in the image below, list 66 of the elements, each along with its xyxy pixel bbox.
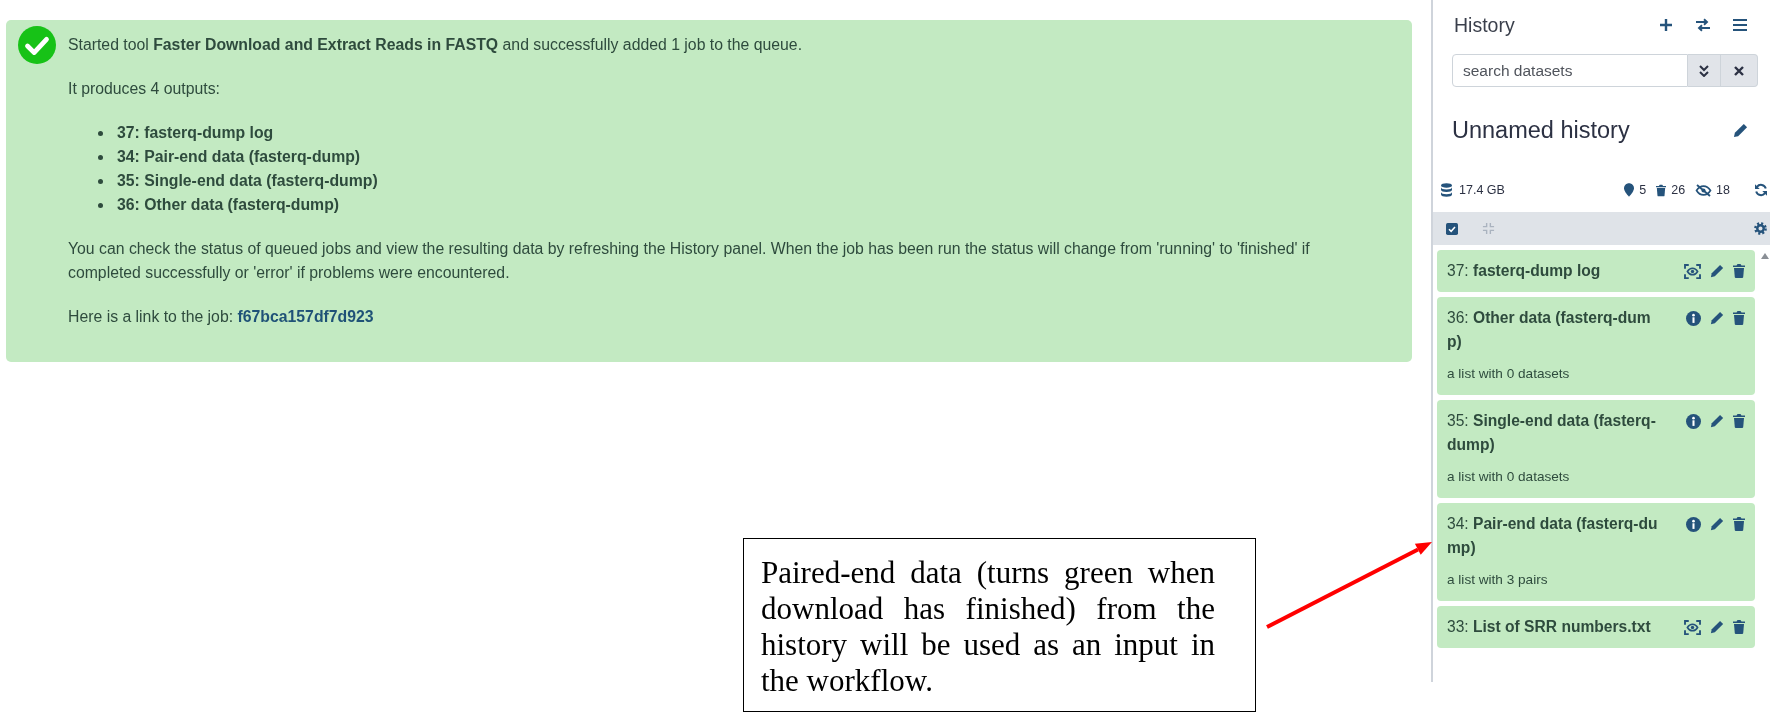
clear-search-button[interactable] bbox=[1721, 54, 1758, 87]
advanced-search-button[interactable] bbox=[1688, 54, 1721, 87]
bullet-icon bbox=[98, 154, 103, 160]
check-square-icon[interactable] bbox=[1446, 222, 1458, 235]
trash-icon[interactable] bbox=[1733, 311, 1745, 325]
pencil-icon[interactable] bbox=[1710, 264, 1724, 278]
dataset-title: 37: fasterq-dump log bbox=[1447, 261, 1601, 281]
dataset-title: 33: List of SRR numbers.txt bbox=[1447, 617, 1651, 637]
dataset-title: 36: Other data (fasterq-dump) bbox=[1447, 308, 1652, 352]
output-name: 36: Other data (fasterq-dump) bbox=[117, 195, 340, 215]
trash-icon[interactable] bbox=[1733, 414, 1745, 428]
outputs-intro: It produces 4 outputs: bbox=[68, 79, 221, 99]
active-count: 5 bbox=[1639, 183, 1647, 197]
dataset-item[interactable]: 35: Single-end data (fasterq-dump) a list with 0 datasets bbox=[1437, 400, 1755, 498]
plus-icon[interactable] bbox=[1659, 18, 1673, 32]
trash-icon[interactable] bbox=[1656, 183, 1667, 197]
switch-arrows-icon[interactable] bbox=[1695, 18, 1711, 32]
info-icon[interactable] bbox=[1686, 516, 1701, 532]
job-link-sentence: Here is a link to the job: f67bca157df7d923 bbox=[68, 307, 375, 327]
output-name: 37: fasterq-dump log bbox=[117, 123, 274, 143]
pencil-icon[interactable] bbox=[1710, 517, 1724, 531]
trash-icon[interactable] bbox=[1733, 620, 1745, 634]
history-name: Unnamed history bbox=[1452, 116, 1631, 144]
annotation-callout: Paired-end data (turns green when download has finished) from the history will be used as an input in the workflow. bbox=[743, 538, 1256, 712]
dataset-title: 35: Single-end data (fasterq-dump) bbox=[1447, 411, 1657, 455]
check-circle-icon bbox=[18, 26, 56, 64]
bullet-icon bbox=[98, 202, 103, 208]
job-link[interactable]: f67bca157df7d923 bbox=[237, 308, 374, 325]
history-size: 17.4 GB bbox=[1459, 183, 1505, 197]
status-info: You can check the status of queued jobs and view the resulting data by refreshing the History panel. When the job has been run the status will change from 'running' to 'finished' if completed successfully or 'error' if problems were encountered. bbox=[68, 239, 1311, 283]
alert-message: Started tool Faster Download and Extract Reads in FASTQ and successfully added 1 job to the queue. bbox=[68, 35, 804, 55]
close-icon bbox=[1734, 65, 1744, 76]
pencil-icon[interactable] bbox=[1733, 122, 1748, 138]
bullet-icon bbox=[98, 178, 103, 184]
menu-icon[interactable] bbox=[1733, 19, 1747, 31]
dataset-description: a list with 3 pairs bbox=[1447, 571, 1548, 589]
eye-icon[interactable] bbox=[1684, 263, 1701, 279]
double-chevron-icon bbox=[1699, 64, 1709, 77]
pencil-icon[interactable] bbox=[1710, 620, 1724, 634]
search-field[interactable]: search datasets bbox=[1452, 54, 1688, 87]
pencil-icon[interactable] bbox=[1710, 414, 1724, 428]
map-marker-icon[interactable] bbox=[1624, 183, 1635, 197]
bullet-icon bbox=[98, 130, 103, 136]
dataset-description: a list with 0 datasets bbox=[1447, 365, 1570, 383]
scroll-up-arrow-icon[interactable] bbox=[1760, 253, 1769, 259]
refresh-icon[interactable] bbox=[1754, 183, 1768, 197]
output-name: 34: Pair-end data (fasterq-dump) bbox=[117, 147, 361, 167]
info-icon[interactable] bbox=[1686, 310, 1701, 326]
dataset-title: 34: Pair-end data (fasterq-dump) bbox=[1447, 514, 1659, 558]
gear-icon[interactable] bbox=[1754, 222, 1767, 235]
trash-icon[interactable] bbox=[1733, 517, 1745, 531]
output-name: 35: Single-end data (fasterq-dump) bbox=[117, 171, 378, 191]
dataset-description: a list with 0 datasets bbox=[1447, 468, 1570, 486]
info-icon[interactable] bbox=[1686, 413, 1701, 429]
database-icon[interactable] bbox=[1441, 183, 1452, 197]
dataset-item[interactable]: 36: Other data (fasterq-dump) a list with 0 datasets bbox=[1437, 297, 1755, 395]
dataset-item[interactable]: 37: fasterq-dump log bbox=[1437, 250, 1755, 292]
hidden-count: 18 bbox=[1716, 183, 1730, 197]
eye-slash-icon[interactable] bbox=[1695, 183, 1713, 197]
deleted-count: 26 bbox=[1671, 183, 1686, 197]
pencil-icon[interactable] bbox=[1710, 311, 1724, 325]
panel-title: History bbox=[1454, 13, 1516, 37]
eye-icon[interactable] bbox=[1684, 619, 1701, 635]
trash-icon[interactable] bbox=[1733, 264, 1745, 278]
dataset-item[interactable]: 34: Pair-end data (fasterq-dump) a list with 3 pairs bbox=[1437, 503, 1755, 601]
dataset-item[interactable]: 33: List of SRR numbers.txt bbox=[1437, 606, 1755, 648]
